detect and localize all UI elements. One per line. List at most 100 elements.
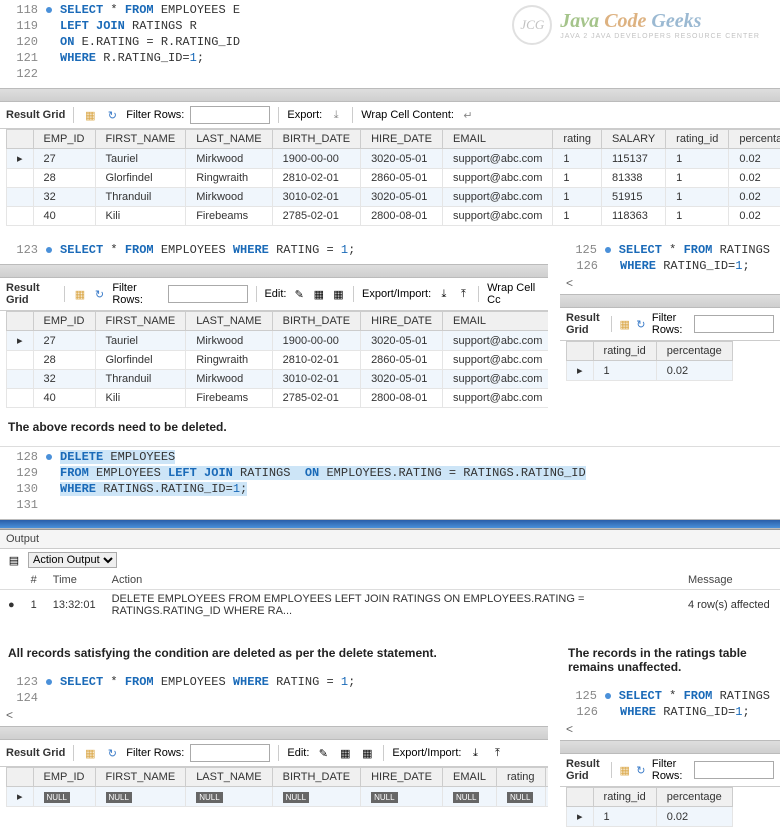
filter-input[interactable] — [190, 744, 270, 762]
filter-rows-label: Filter Rows: — [126, 747, 184, 759]
logo-circle: JCG — [512, 5, 552, 45]
refresh-icon[interactable]: ↻ — [636, 316, 646, 332]
grid-icon[interactable]: ▦ — [82, 745, 98, 761]
scroll-left-icon[interactable]: < — [560, 276, 780, 290]
edit-icon[interactable]: ▦ — [312, 286, 326, 302]
edit-label: Edit: — [264, 288, 286, 300]
output-panel: Output ▤ Action Output #TimeActionMessag… — [0, 529, 780, 620]
line-number: 118 — [10, 3, 38, 17]
edit-label: Edit: — [287, 747, 309, 759]
logo-title: Java Code Geeks — [560, 10, 760, 33]
breakpoint-dot[interactable] — [46, 454, 52, 460]
result-grid-label: Result Grid — [6, 282, 56, 306]
table-row: 28GlorfindelRingwraith2810-02-012860-05-… — [7, 351, 549, 370]
result-toolbar-5: Result Grid ▦ ↻ Filter Rows: — [560, 754, 780, 787]
grid-icon[interactable]: ▦ — [73, 286, 87, 302]
export-import-label: Export/Import: — [362, 288, 431, 300]
filter-input[interactable] — [694, 761, 774, 779]
caption-delete-needed: The above records need to be deleted. — [0, 408, 780, 446]
export-icon[interactable]: ⤓ — [437, 286, 451, 302]
line-number: 120 — [10, 35, 38, 49]
refresh-icon[interactable]: ↻ — [93, 286, 107, 302]
edit-icon[interactable]: ✎ — [315, 745, 331, 761]
scroll-left-icon[interactable]: < — [0, 708, 548, 722]
export-label: Export: — [287, 109, 322, 121]
wrap-label: Wrap Cell Cc — [487, 282, 542, 306]
table-row: 28GlorfindelRingwraith2810-02-012860-05-… — [7, 169, 780, 188]
grid-icon[interactable]: ▦ — [620, 316, 630, 332]
wrap-icon[interactable]: ↵ — [460, 107, 476, 123]
line-number: 129 — [10, 466, 38, 480]
result-table-3[interactable]: rating_idpercentage ▸10.02 — [566, 341, 733, 381]
refresh-icon[interactable]: ↻ — [636, 762, 646, 778]
logo-subtitle: JAVA 2 JAVA DEVELOPERS RESOURCE CENTER — [560, 33, 760, 40]
output-title: Output — [0, 530, 780, 549]
table-row: 40KiliFirebeams2785-02-012800-08-01suppo… — [7, 389, 549, 408]
result-table-2[interactable]: EMP_IDFIRST_NAMELAST_NAMEBIRTH_DATEHIRE_… — [6, 311, 548, 408]
result-table-1[interactable]: EMP_IDFIRST_NAMELAST_NAMEBIRTH_DATEHIRE_… — [6, 129, 780, 226]
line-number: 125 — [570, 689, 597, 703]
table-row: ▸10.02 — [567, 361, 733, 381]
table-row: 40KiliFirebeams2785-02-012800-08-01suppo… — [7, 207, 780, 226]
caption-ratings-unaffected: The records in the ratings table remains… — [560, 634, 780, 686]
edit-icon[interactable]: ✎ — [292, 286, 306, 302]
result-grid-label: Result Grid — [6, 747, 65, 759]
filter-input[interactable] — [190, 106, 270, 124]
output-table: #TimeActionMessage ●113:32:01DELETE EMPL… — [0, 571, 780, 620]
line-number: 131 — [10, 498, 38, 512]
import-icon[interactable]: ⤒ — [489, 745, 505, 761]
filter-input[interactable] — [168, 285, 248, 303]
divider — [0, 88, 780, 102]
output-type-select[interactable]: Action Output — [28, 552, 117, 568]
result-toolbar-2: Result Grid ▦ ↻ Filter Rows: Edit: ✎ ▦ ▦… — [0, 278, 548, 311]
output-icon[interactable]: ▤ — [6, 552, 22, 568]
divider — [0, 519, 780, 529]
success-icon: ● — [0, 590, 23, 621]
filter-rows-label: Filter Rows: — [126, 109, 184, 121]
sql-editor-5[interactable]: 123SELECT * FROM EMPLOYEES WHERE RATING … — [0, 672, 548, 708]
result-toolbar-4: Result Grid ▦ ↻ Filter Rows: Edit: ✎ ▦ ▦… — [0, 740, 548, 767]
export-icon[interactable]: ⤓ — [467, 745, 483, 761]
line-number: 123 — [10, 243, 38, 257]
breakpoint-dot[interactable] — [46, 247, 52, 253]
filter-input[interactable] — [694, 315, 774, 333]
line-number: 126 — [570, 259, 598, 273]
scroll-left-icon[interactable]: < — [560, 722, 780, 736]
output-row[interactable]: ●113:32:01DELETE EMPLOYEES FROM EMPLOYEE… — [0, 590, 780, 621]
breakpoint-dot[interactable] — [605, 693, 611, 699]
line-number: 119 — [10, 19, 38, 33]
filter-rows-label: Filter Rows: — [652, 312, 688, 336]
grid-icon[interactable]: ▦ — [82, 107, 98, 123]
table-row: 32ThranduilMirkwood3010-02-013020-05-01s… — [7, 370, 549, 389]
breakpoint-dot[interactable] — [46, 679, 52, 685]
table-row: ▸27TaurielMirkwood1900-00-003020-05-01su… — [7, 331, 549, 351]
result-grid-label: Result Grid — [566, 312, 603, 336]
export-import-label: Export/Import: — [392, 747, 461, 759]
divider — [560, 294, 780, 308]
result-table-5[interactable]: rating_idpercentage ▸10.02 — [566, 787, 733, 827]
edit-icon[interactable]: ▦ — [332, 286, 346, 302]
sql-editor-3[interactable]: 125SELECT * FROM RATINGS 126WHERE RATING… — [560, 240, 780, 276]
edit-icon[interactable]: ▦ — [337, 745, 353, 761]
sql-editor-6[interactable]: 125SELECT * FROM RATINGS 126WHERE RATING… — [560, 686, 780, 722]
breakpoint-dot[interactable] — [605, 247, 611, 253]
sql-editor-2[interactable]: 123SELECT * FROM EMPLOYEES WHERE RATING … — [0, 240, 548, 260]
result-table-4[interactable]: EMP_IDFIRST_NAMELAST_NAMEBIRTH_DATEHIRE_… — [6, 767, 548, 807]
import-icon[interactable]: ⤒ — [457, 286, 471, 302]
line-number: 123 — [10, 675, 38, 689]
refresh-icon[interactable]: ↻ — [104, 107, 120, 123]
grid-icon[interactable]: ▦ — [620, 762, 630, 778]
filter-rows-label: Filter Rows: — [652, 758, 688, 782]
line-number: 126 — [570, 705, 598, 719]
refresh-icon[interactable]: ↻ — [104, 745, 120, 761]
logo: JCG Java Code Geeks JAVA 2 JAVA DEVELOPE… — [512, 5, 760, 45]
wrap-label: Wrap Cell Content: — [361, 109, 454, 121]
table-row: ▸27TaurielMirkwood1900-00-003020-05-01su… — [7, 149, 780, 169]
export-icon[interactable]: ⤓ — [328, 107, 344, 123]
divider — [560, 740, 780, 754]
breakpoint-dot[interactable] — [46, 7, 52, 13]
result-toolbar-1: Result Grid ▦ ↻ Filter Rows: Export: ⤓ W… — [0, 102, 780, 129]
sql-editor-4[interactable]: 128DELETE EMPLOYEES 129FROM EMPLOYEES LE… — [0, 446, 780, 515]
result-grid-label: Result Grid — [6, 109, 65, 121]
edit-icon[interactable]: ▦ — [359, 745, 375, 761]
